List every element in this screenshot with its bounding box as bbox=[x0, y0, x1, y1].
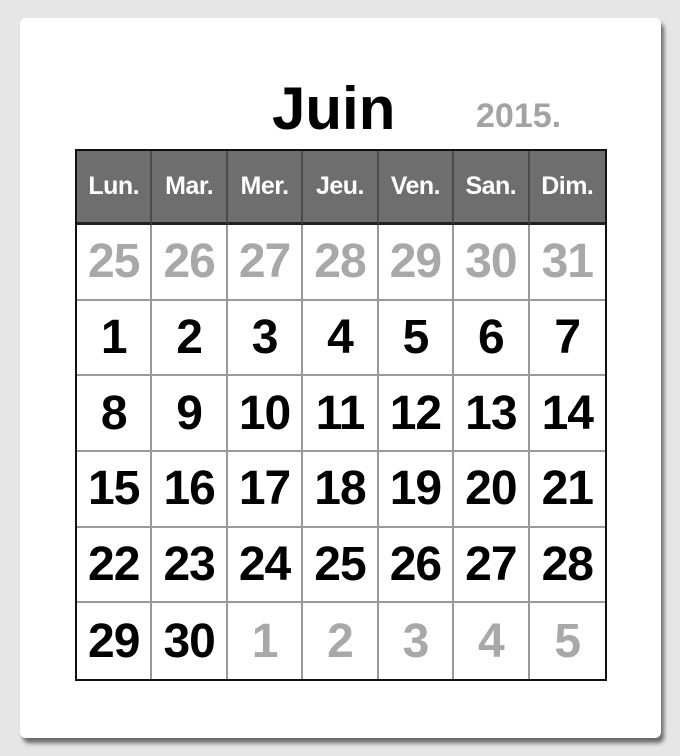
day-cell: 22 bbox=[77, 527, 153, 604]
weekday-header-tue: Mar. bbox=[152, 151, 228, 225]
day-cell: 1 bbox=[77, 300, 153, 377]
year-label: 2015. bbox=[476, 97, 562, 135]
day-cell: 6 bbox=[454, 300, 530, 377]
day-cell-other-month: 31 bbox=[529, 225, 605, 301]
day-cell: 15 bbox=[77, 451, 153, 528]
day-cell: 18 bbox=[303, 451, 379, 528]
calendar-card: Juin 2015. Lun. Mar. Mer. Jeu. Ven. San.… bbox=[20, 18, 661, 738]
day-cell: 28 bbox=[529, 528, 605, 604]
weekday-header-mon: Lun. bbox=[77, 151, 153, 225]
day-cell-other-month: 5 bbox=[554, 614, 581, 668]
day-cell: 7 bbox=[529, 301, 605, 377]
day-cell: 13 bbox=[454, 376, 530, 452]
day-cell: 25 bbox=[303, 527, 379, 604]
weekday-header-fri: Ven. bbox=[378, 151, 455, 225]
day-cell: 23 bbox=[152, 527, 228, 604]
day-cell: 14 bbox=[529, 376, 605, 452]
day-cell: 12 bbox=[378, 376, 455, 452]
day-cell-other-month: 1 bbox=[228, 603, 304, 679]
day-cell-other-month: 29 bbox=[378, 225, 455, 301]
month-title: Juin bbox=[272, 75, 396, 142]
day-cell-other-month: 3 bbox=[379, 603, 455, 679]
weekday-header-sun: Dim. bbox=[529, 151, 605, 225]
day-cell: 21 bbox=[529, 452, 605, 528]
day-cell: 11 bbox=[303, 376, 379, 452]
day-cell: 9 bbox=[152, 376, 228, 452]
day-cell: 19 bbox=[378, 451, 455, 528]
day-cell: 27 bbox=[454, 527, 530, 604]
day-cell-other-month: 28 bbox=[303, 225, 379, 301]
day-cell-other-month: 2 bbox=[303, 603, 379, 679]
weekday-header-thu: Jeu. bbox=[303, 151, 379, 225]
day-cell: 24 bbox=[227, 527, 304, 604]
day-cell: 5 bbox=[378, 300, 455, 377]
day-cell: 29 bbox=[77, 603, 153, 679]
day-cell: 30 bbox=[152, 603, 228, 679]
day-cell: 8 bbox=[77, 376, 153, 452]
day-cell-other-month: 26 bbox=[152, 225, 228, 301]
day-cell-other-month: 27 bbox=[227, 225, 304, 301]
day-cell: 4 bbox=[303, 300, 379, 377]
day-cell: 2 bbox=[152, 300, 228, 377]
day-cell: 16 bbox=[152, 451, 228, 528]
weekday-header-wed: Mer. bbox=[227, 151, 304, 225]
day-cell-other-month: 30 bbox=[454, 225, 530, 301]
weekday-header-sat: San. bbox=[454, 151, 530, 225]
day-cell: 17 bbox=[227, 451, 304, 528]
day-cell: 26 bbox=[378, 527, 455, 604]
day-cell-other-month: 25 bbox=[77, 225, 153, 301]
calendar-grid: Lun. Mar. Mer. Jeu. Ven. San. Dim. 25 26 2… bbox=[75, 149, 607, 681]
day-cell: 10 bbox=[227, 376, 304, 452]
day-cell: 20 bbox=[454, 451, 530, 528]
day-cell-other-month: 4 bbox=[454, 603, 530, 679]
day-cell: 3 bbox=[227, 300, 304, 377]
